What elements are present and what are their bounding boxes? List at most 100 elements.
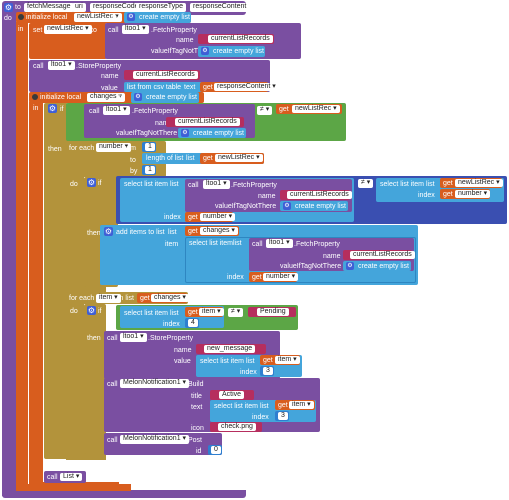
get-var-newListRec-1[interactable]: newListRec: [292, 105, 340, 113]
init-local-changes-gear-icon[interactable]: [32, 94, 38, 100]
build-call-label: call: [107, 381, 118, 388]
if-label-1: if: [60, 106, 64, 113]
get-var-responseContent[interactable]: responseContent: [214, 83, 279, 91]
fetch-method-3: .FetchProperty: [231, 182, 277, 189]
fetch-valueIfTagNotThere-label-4: valueIfTagNotThere: [280, 263, 342, 270]
string-currentListRecords-5[interactable]: currentListRecords: [350, 251, 415, 259]
number-index-6[interactable]: 3: [278, 412, 288, 420]
get-label-1: get: [203, 84, 213, 91]
store-component-1[interactable]: ltoo1: [48, 61, 75, 70]
string-new-message[interactable]: new_message: [204, 345, 256, 353]
to-label-range: to: [130, 157, 136, 164]
for-each-label-2: for each: [69, 295, 95, 302]
set-var-newListRec[interactable]: newListRec: [44, 25, 92, 34]
fetch-component-4[interactable]: ltoo1: [266, 239, 293, 248]
string-pending[interactable]: Pending: [257, 308, 289, 316]
init-local-newListRec-gear-icon[interactable]: [18, 14, 24, 20]
init-local-newListRec-spine: [16, 22, 28, 490]
store-component-2[interactable]: ltoo1: [120, 333, 147, 342]
proc-name-field[interactable]: fetchMessage: [24, 3, 74, 12]
if-mutator-gear-icon-3[interactable]: ⚙: [87, 306, 96, 315]
if-mutator-gear-icon-1[interactable]: ⚙: [48, 104, 57, 113]
if-block-inner-2[interactable]: [84, 304, 106, 454]
create-empty-list-label-2: create empty list: [213, 48, 264, 55]
number-index-5[interactable]: 3: [263, 367, 273, 375]
set-to-label: to: [91, 27, 97, 34]
if-block-outer[interactable]: [44, 103, 68, 459]
number-id-0[interactable]: 0: [211, 446, 221, 454]
get-var-item-2[interactable]: item: [275, 356, 300, 364]
number-index-4[interactable]: 4: [188, 319, 198, 327]
add-items-gear-icon[interactable]: ⚙: [104, 227, 113, 236]
number-by-1[interactable]: 1: [145, 166, 155, 174]
param-responseCode[interactable]: responseCode: [90, 3, 142, 12]
create-empty-list-label-3: create empty list: [146, 94, 197, 101]
get-var-item-1[interactable]: item: [199, 308, 224, 316]
get-var-newListRec-2[interactable]: newListRec: [215, 154, 263, 162]
store-call-label-1: call: [33, 63, 44, 70]
select-index-label-5: index: [240, 369, 257, 376]
build-title-label: title: [191, 393, 202, 400]
set-label: set: [33, 27, 43, 34]
select-index-label-2: index: [418, 192, 435, 199]
create-empty-list-gear-icon-6[interactable]: ⚙: [346, 262, 354, 270]
get-var-changes-1[interactable]: changes: [200, 227, 238, 235]
proc-to-label: to: [15, 4, 21, 11]
then-label-1: then: [48, 146, 62, 153]
procedure-mutator-gear-icon[interactable]: ⚙: [4, 3, 13, 12]
fetch-component-3[interactable]: ltoo1: [203, 180, 230, 189]
create-empty-list-gear-icon-4[interactable]: ⚙: [181, 129, 189, 137]
fetch-call-label-2: call: [89, 108, 100, 115]
get-var-number-1[interactable]: number: [200, 213, 236, 221]
list-from-csv-label: list from csv table: [127, 84, 182, 91]
post-component[interactable]: MelonNotification1: [120, 435, 190, 444]
fetch-method-2: .FetchProperty: [132, 108, 178, 115]
param-responseType[interactable]: responseType: [136, 3, 186, 12]
get-var-item-3[interactable]: item: [289, 401, 314, 409]
get-label-12: get: [278, 402, 288, 409]
get-label-9: get: [140, 295, 150, 302]
param-responseContent[interactable]: responseContent: [190, 3, 250, 12]
string-active[interactable]: Active: [219, 391, 245, 399]
init-in-label-1: in: [18, 26, 24, 33]
for-var-item[interactable]: item: [96, 294, 121, 303]
fetch-component-1[interactable]: ltoo1: [122, 25, 149, 34]
select-index-label-1: index: [164, 214, 181, 221]
string-currentListRecords-3[interactable]: currentListRecords: [175, 118, 240, 126]
create-empty-list-gear-icon-3[interactable]: ⚙: [134, 93, 142, 101]
create-empty-list-gear-icon-2[interactable]: ⚙: [201, 47, 209, 55]
fetch-valueIfTagNotThere-label-3: valueIfTagNotThere: [215, 203, 277, 210]
select-list-item-label-3: select list item: [189, 240, 233, 247]
select-index-label-4: index: [163, 321, 180, 328]
create-empty-list-gear-icon-1[interactable]: ⚙: [127, 13, 135, 21]
select-list-item-label-6: select list item: [214, 403, 258, 410]
from-label: from: [122, 145, 136, 152]
create-empty-list-gear-icon-5[interactable]: ⚙: [283, 202, 291, 210]
select-list-label-2: list: [426, 181, 435, 188]
string-currentListRecords-4[interactable]: currentListRecords: [287, 191, 352, 199]
get-var-number-3[interactable]: number: [263, 273, 299, 281]
if-mutator-gear-icon-2[interactable]: ⚙: [87, 178, 96, 187]
param-uri[interactable]: uri: [72, 3, 86, 12]
get-var-changes-2[interactable]: changes: [151, 294, 189, 302]
get-var-newListRec-3[interactable]: newListRec: [455, 179, 503, 187]
get-var-number-2[interactable]: number: [455, 190, 491, 198]
compare-operator-2[interactable]: ≠: [358, 179, 374, 188]
select-index-label-3: index: [227, 274, 244, 281]
create-empty-list-label-4: create empty list: [193, 130, 244, 137]
fetch-name-label-3: name: [258, 193, 276, 200]
create-empty-list-label-6: create empty list: [358, 263, 409, 270]
string-currentListRecords-1[interactable]: currentListRecords: [208, 35, 273, 43]
fetch-component-2[interactable]: ltoo1: [103, 106, 130, 115]
in-list-label: in list: [118, 295, 134, 302]
string-currentListRecords-2[interactable]: currentListRecords: [133, 71, 198, 79]
init-to-label-2: to: [119, 94, 125, 101]
call-list-name[interactable]: List: [60, 473, 83, 481]
number-from-1[interactable]: 1: [145, 143, 155, 151]
string-check-png[interactable]: check.png: [218, 423, 256, 431]
build-component[interactable]: MelonNotification1: [120, 379, 190, 388]
compare-operator-1[interactable]: ≠: [257, 106, 273, 115]
compare-operator-3[interactable]: ≠: [228, 308, 244, 317]
fetch-valueIfTagNotThere-label-2: valueIfTagNotThere: [116, 130, 178, 137]
do-label-1: do: [70, 181, 78, 188]
